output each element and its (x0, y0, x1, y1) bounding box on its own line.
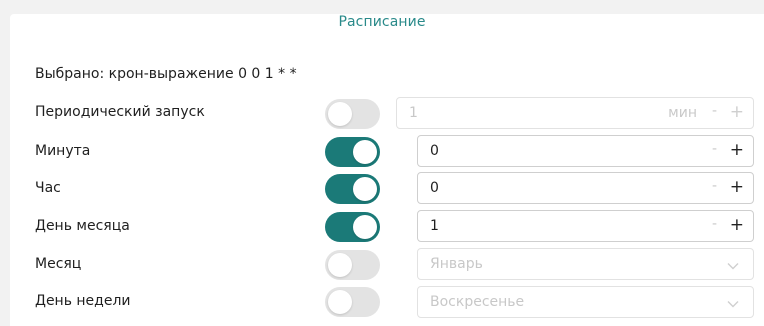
minute-toggle[interactable] (325, 137, 380, 167)
chevron-down-icon (727, 258, 739, 274)
minute-increment-button[interactable]: + (730, 140, 744, 160)
month-select[interactable]: Январь (417, 248, 754, 280)
toggle-knob (353, 140, 377, 164)
periodic-interval-unit: мин (668, 105, 697, 121)
month-toggle[interactable] (325, 250, 380, 280)
day-of-month-field[interactable]: 1 - + (417, 210, 754, 242)
periodic-toggle[interactable] (325, 99, 380, 129)
minute-label: Минута (35, 143, 91, 159)
day-of-month-label: День месяца (35, 218, 130, 234)
periodic-label: Периодический запуск (35, 104, 205, 120)
toggle-knob (353, 177, 377, 201)
day-of-month-toggle[interactable] (325, 212, 380, 242)
hour-decrement-button[interactable]: - (712, 178, 717, 194)
chevron-down-icon (727, 296, 739, 312)
minute-value: 0 (430, 143, 439, 159)
day-of-month-increment-button[interactable]: + (730, 215, 744, 235)
minute-decrement-button[interactable]: - (712, 141, 717, 157)
toggle-knob (328, 102, 352, 126)
day-of-month-value: 1 (430, 218, 439, 234)
cron-summary: Выбрано: крон-выражение 0 0 1 * * (35, 66, 297, 82)
month-selected-value: Январь (430, 256, 483, 272)
periodic-interval-value: 1 (409, 105, 418, 121)
periodic-decrement-button[interactable]: - (712, 103, 717, 119)
periodic-increment-button[interactable]: + (730, 102, 744, 122)
hour-toggle[interactable] (325, 174, 380, 204)
periodic-interval-field[interactable]: 1 мин - + (396, 97, 754, 129)
month-label: Месяц (35, 256, 82, 272)
hour-field[interactable]: 0 - + (417, 172, 754, 204)
day-of-week-label: День недели (35, 293, 131, 309)
day-of-month-decrement-button[interactable]: - (712, 216, 717, 232)
toggle-knob (328, 253, 352, 277)
hour-value: 0 (430, 180, 439, 196)
minute-field[interactable]: 0 - + (417, 135, 754, 167)
hour-increment-button[interactable]: + (730, 177, 744, 197)
day-of-week-toggle[interactable] (325, 287, 380, 317)
page-title: Расписание (338, 14, 426, 30)
toggle-knob (328, 290, 352, 314)
hour-label: Час (35, 180, 61, 196)
day-of-week-selected-value: Воскресенье (430, 294, 525, 310)
toggle-knob (353, 215, 377, 239)
day-of-week-select[interactable]: Воскресенье (417, 286, 754, 318)
